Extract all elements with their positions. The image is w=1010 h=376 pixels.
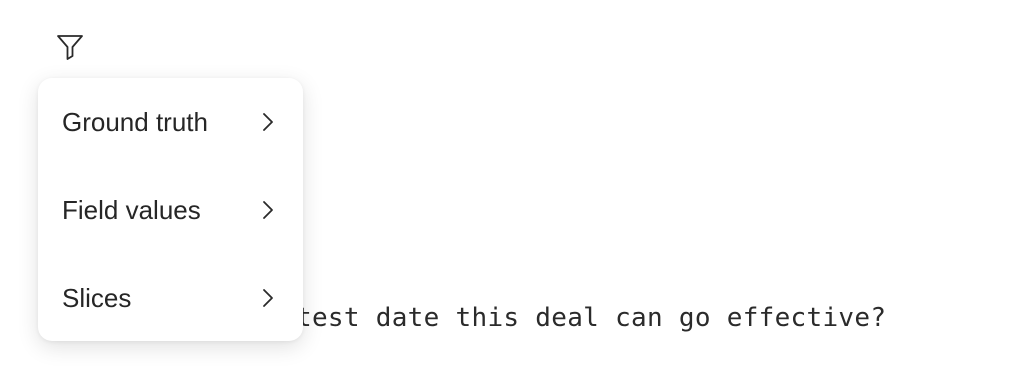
filter-button[interactable] xyxy=(53,30,87,62)
question-fragment: test date this deal can go effective? xyxy=(296,303,887,333)
menu-item-field-values[interactable]: Field values xyxy=(38,166,303,254)
filter-funnel-icon xyxy=(55,31,85,61)
menu-item-slices[interactable]: Slices xyxy=(38,254,303,342)
chevron-right-icon xyxy=(261,198,275,222)
chevron-right-icon xyxy=(261,286,275,310)
chevron-right-icon xyxy=(261,110,275,134)
filter-menu: Ground truth Field values Slices xyxy=(38,78,303,341)
menu-item-ground-truth[interactable]: Ground truth xyxy=(38,78,303,166)
menu-item-label: Field values xyxy=(62,194,201,225)
menu-item-label: Slices xyxy=(62,282,132,313)
menu-item-label: Ground truth xyxy=(62,106,208,137)
